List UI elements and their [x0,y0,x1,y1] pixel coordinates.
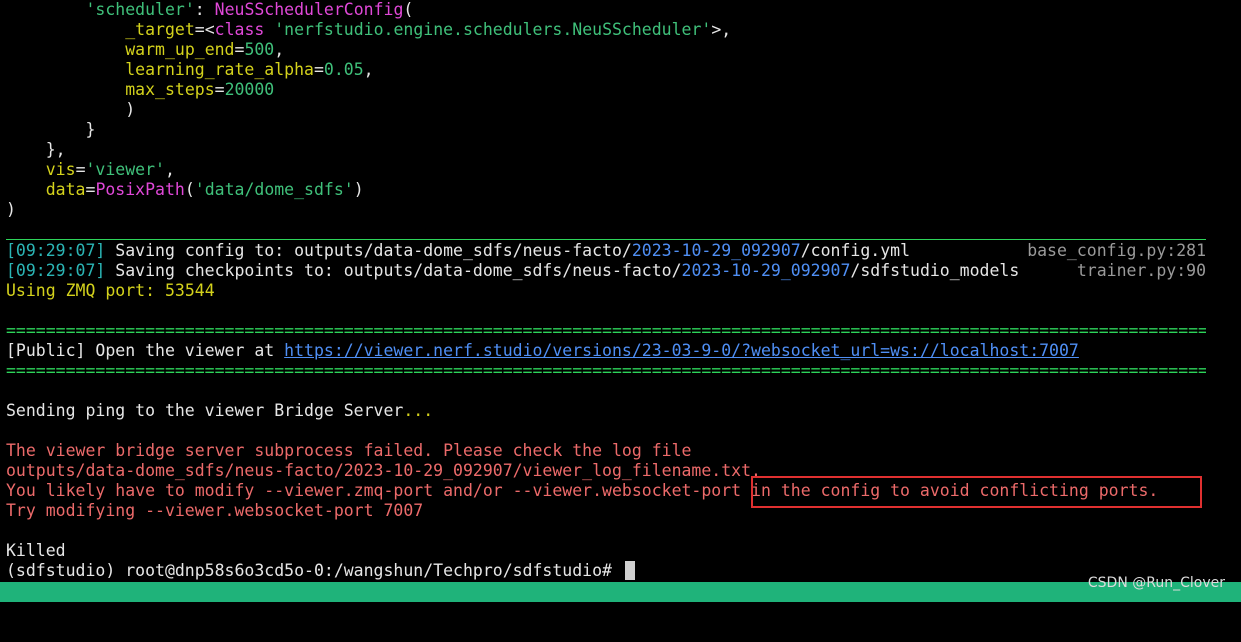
banner-rule-bottom: ========================================… [6,361,1206,380]
code-line-warmup: warm_up_end=500, [125,40,285,59]
zmq-port-value: 53544 [164,281,215,300]
log-source-trainer: trainer.py:90 [1076,261,1206,280]
log-line-config: [09:29:07] Saving config to: outputs/dat… [6,241,910,261]
code-number: 20000 [224,80,275,99]
code-line-close-paren: ) [6,100,135,120]
code-key: _target [125,20,195,39]
error-text: You likely have to modify --viewer.zmq-p… [6,481,752,500]
log-line-checkpoints: [09:29:07] Saving checkpoints to: output… [6,261,1019,281]
banner-rule-top: ========================================… [6,321,1206,340]
code-key: 'scheduler' [85,0,195,19]
log-message-tail: /config.yml [800,241,911,260]
code-line-target: _target=<class 'nerfstudio.engine.schedu… [6,20,731,40]
code-sep: =< [194,20,215,39]
log-timestamp: [09:29:07] [6,261,106,280]
error-line-log-path: outputs/data-dome_sdfs/neus-facto/2023-1… [6,461,761,480]
log-timestamp: [09:29:07] [6,241,106,260]
terminal-cursor [625,561,635,580]
ping-text: Sending ping to the viewer Bridge Server [6,401,404,420]
code-number: 500 [244,40,275,59]
code-close: ) [125,100,136,119]
code-class: PosixPath [95,180,185,199]
log-run-id: 2023-10-29_092907 [681,261,851,280]
code-line-lr-alpha: learning_rate_alpha=0.05, [125,60,374,79]
code-key: learning_rate_alpha [125,60,314,79]
viewer-prefix: [Public] Open the viewer at [6,341,285,360]
code-sep: : [194,0,215,19]
code-line-final-paren: ) [6,200,16,220]
code-number: 0.05 [323,60,364,79]
code-line-close-brace-comma: }, [6,140,66,160]
code-line-scheduler: 'scheduler': NeuSSchedulerConfig( [6,0,413,20]
code-paren: ( [403,0,414,19]
ping-line: Sending ping to the viewer Bridge Server… [6,401,433,421]
error-line-1: The viewer bridge server subprocess fail… [6,441,692,460]
terminal-window[interactable]: 'scheduler': NeuSSchedulerConfig( _targe… [0,0,1241,582]
log-divider [6,239,1206,240]
ping-dots: ... [403,401,434,420]
code-line-vis: vis='viewer', [45,160,175,179]
highlight-box [751,476,1202,508]
viewer-url-line: [Public] Open the viewer at https://view… [6,341,1079,361]
zmq-label: Using ZMQ port: [6,281,165,300]
tmux-status-bar: [sdfs] 0:bash*Z dnp58s6o3cd5o-0 [0,582,1241,641]
killed-line: Killed [6,541,66,560]
log-run-id: 2023-10-29_092907 [631,241,801,260]
shell-prompt[interactable]: (sdfstudio) root@dnp58s6o3cd5o-0:/wangsh… [6,561,622,581]
code-string: 'data/dome_sdfs' [194,180,354,199]
watermark: CSDN @Run_Clover [1087,575,1225,591]
log-message: Saving config to: outputs/data-dome_sdfs… [105,241,632,260]
error-line-4: Try modifying --viewer.websocket-port 70… [6,501,424,520]
code-line-close-brace: } [6,120,95,140]
log-source-config: base_config.py:281 [1027,241,1206,260]
log-message-tail: /sdfstudio_models [850,261,1020,280]
code-close: ) [6,200,16,219]
code-key: vis [45,160,76,179]
zmq-port-line: Using ZMQ port: 53544 [6,281,215,301]
code-close: } [85,120,96,139]
code-key: warm_up_end [125,40,235,59]
code-key: max_steps [125,80,215,99]
code-key: data [45,180,86,199]
status-window-list[interactable]: [sdfs] 0:bash*Z [6,602,155,622]
code-string: 'viewer' [85,160,165,179]
code-line-max-steps: max_steps=20000 [125,80,275,99]
code-end: >, [711,20,732,39]
code-string: 'nerfstudio.engine.schedulers.NeuSSchedu… [274,20,712,39]
code-close: }, [45,140,66,159]
status-hostname: dnp58s6o3cd5o-0 [1101,622,1241,641]
code-class: NeuSSchedulerConfig [214,0,404,19]
viewer-link[interactable]: https://viewer.nerf.studio/versions/23-0… [284,341,1079,360]
log-message: Saving checkpoints to: outputs/data-dome… [105,261,682,280]
code-keyword: class [214,20,265,39]
code-line-data: data=PosixPath('data/dome_sdfs') [45,180,364,199]
